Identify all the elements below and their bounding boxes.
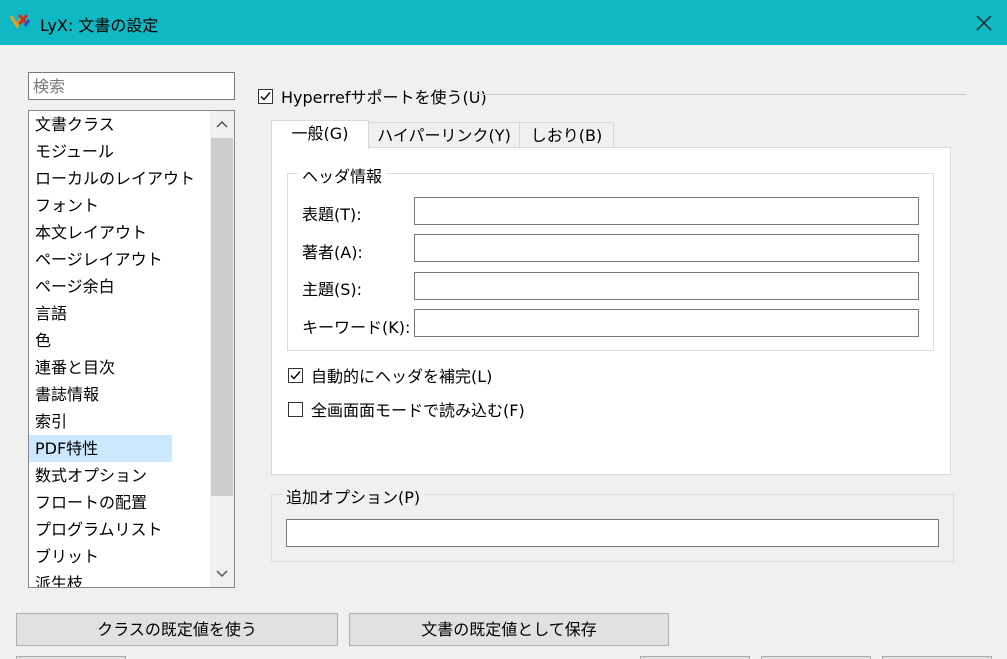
sidebar-item-text-layout[interactable]: 本文レイアウト [29,219,209,246]
checkmark-icon [290,370,301,380]
use-class-defaults-button[interactable]: クラスの既定値を使う [16,613,338,646]
sidebar-item-page-layout[interactable]: ページレイアウト [29,246,209,273]
tab-hyperlinks[interactable]: ハイパーリンク(Y) [368,122,520,149]
sidebar-item-branches[interactable]: 派生枝 [29,570,209,587]
scroll-thumb[interactable] [211,138,233,496]
scroll-down-button[interactable] [210,561,234,587]
auto-fill-toggle[interactable]: 自動的にヘッダを補完(L) [288,364,492,386]
sidebar-item-listings[interactable]: プログラムリスト [29,516,209,543]
title-bar: LyX: 文書の設定 [0,0,1007,45]
close-button[interactable] [961,0,1007,45]
title-field[interactable] [414,197,919,225]
author-label: 著者(A): [302,243,363,262]
sidebar-item-fonts[interactable]: フォント [29,192,209,219]
auto-fill-label: 自動的にヘッダを補完(L) [311,367,493,386]
close-icon [976,15,992,30]
sidebar-item-language[interactable]: 言語 [29,300,209,327]
sidebar-item-local-layout[interactable]: ローカルのレイアウト [29,165,209,192]
sidebar-item-bullets[interactable]: ブリット [29,543,209,570]
hyperref-checkbox[interactable] [258,88,273,104]
additional-options-title: 追加オプション(P) [282,484,425,508]
sidebar-item-float-placement[interactable]: フロートの配置 [29,489,209,516]
save-as-document-defaults-button[interactable]: 文書の既定値として保存 [349,613,669,646]
fullscreen-label: 全画面面モードで読み込む(F) [311,401,525,420]
sidebar-item-page-margins[interactable]: ページ余白 [29,273,209,300]
hyperref-toggle[interactable]: Hyperrefサポートを使う(U) [258,85,487,107]
header-info-title: ヘッダ情報 [298,163,387,187]
sidebar-item-colors[interactable]: 色 [29,327,209,354]
scroll-up-button[interactable] [210,111,234,137]
checkmark-icon [260,91,271,101]
subject-label: 主題(S): [302,280,363,299]
fullscreen-toggle[interactable]: 全画面面モードで読み込む(F) [288,398,525,420]
window-title: LyX: 文書の設定 [40,16,159,35]
keywords-label: キーワード(K): [302,318,411,337]
author-field[interactable] [414,234,919,262]
additional-options-field[interactable] [286,519,939,547]
chevron-down-icon [216,570,228,578]
sidebar-list[interactable]: 文書クラス モジュール ローカルのレイアウト フォント 本文レイアウト ページレ… [28,110,235,588]
sidebar-item-pdf-properties[interactable]: PDF特性 [29,435,172,462]
lyx-app-icon [9,14,31,30]
tab-bookmarks[interactable]: しおり(B) [519,122,614,149]
sidebar-item-document-class[interactable]: 文書クラス [29,111,209,138]
sidebar-item-modules[interactable]: モジュール [29,138,209,165]
fullscreen-checkbox[interactable] [288,401,303,417]
divider [473,94,966,95]
sidebar-item-index[interactable]: 索引 [29,408,209,435]
sidebar-scrollbar[interactable] [210,111,234,587]
search-input[interactable] [28,72,235,100]
sidebar-item-numbering-toc[interactable]: 連番と目次 [29,354,209,381]
subject-field[interactable] [414,272,919,300]
title-label: 表題(T): [302,205,362,224]
sidebar-item-math-options[interactable]: 数式オプション [29,462,209,489]
chevron-up-icon [216,120,228,128]
sidebar-item-bibliography[interactable]: 書誌情報 [29,381,209,408]
keywords-field[interactable] [414,309,919,337]
tab-general[interactable]: 一般(G) [271,120,369,149]
hyperref-label: Hyperrefサポートを使う(U) [281,88,487,107]
auto-fill-checkbox[interactable] [288,367,303,383]
